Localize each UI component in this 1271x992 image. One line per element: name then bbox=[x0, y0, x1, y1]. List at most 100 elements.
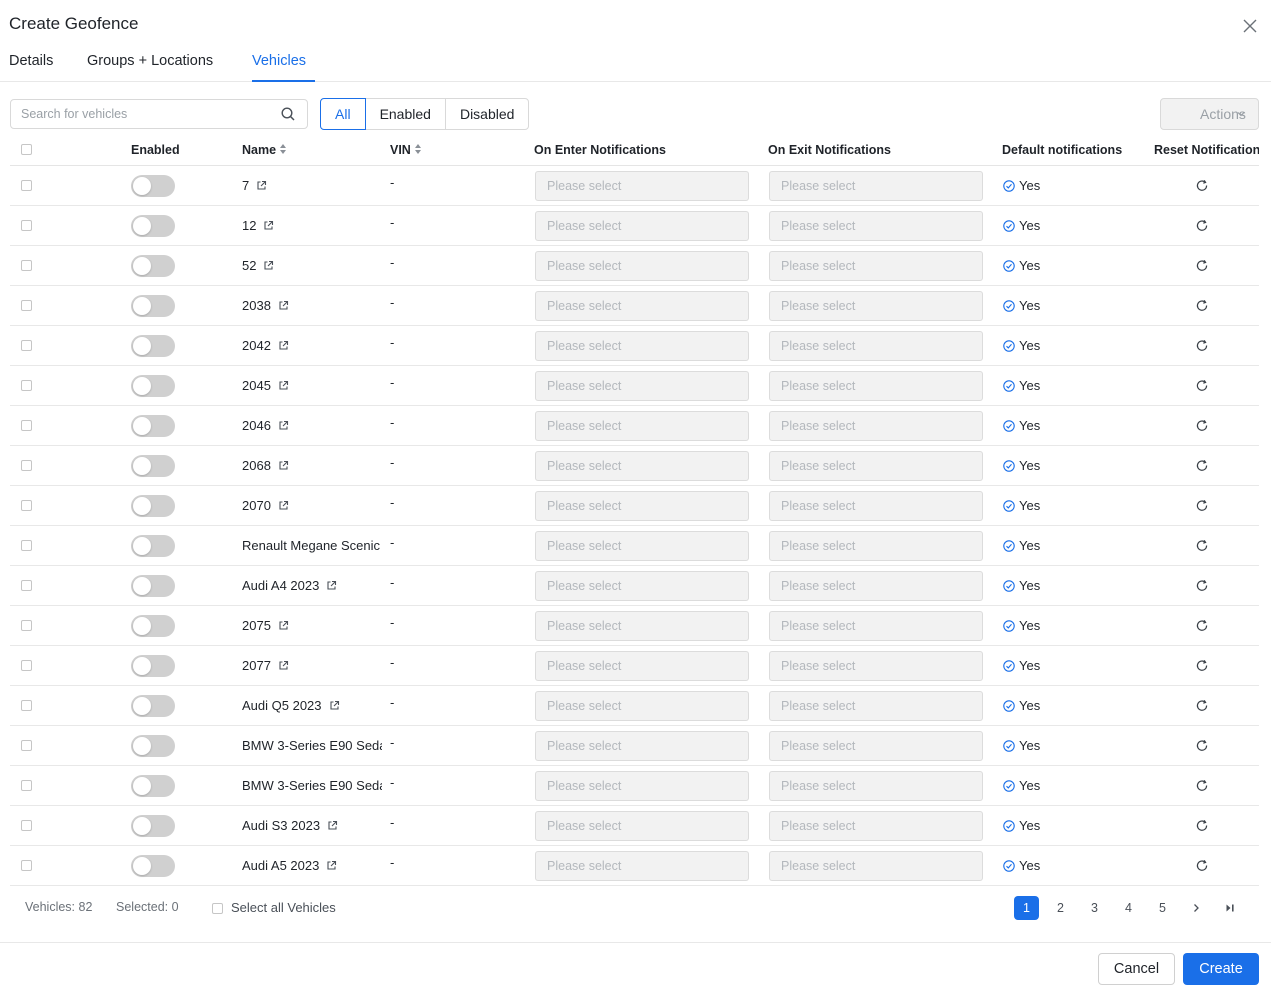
on-enter-notifications-select[interactable]: Please select bbox=[535, 331, 749, 361]
row-checkbox[interactable] bbox=[21, 540, 32, 551]
on-exit-notifications-select[interactable]: Please select bbox=[769, 211, 983, 241]
external-link-icon[interactable] bbox=[278, 460, 289, 471]
on-enter-notifications-select[interactable]: Please select bbox=[535, 771, 749, 801]
enabled-toggle[interactable] bbox=[131, 455, 175, 477]
on-exit-notifications-select[interactable]: Please select bbox=[769, 611, 983, 641]
row-checkbox[interactable] bbox=[21, 300, 32, 311]
search-input[interactable] bbox=[11, 100, 271, 128]
enabled-toggle[interactable] bbox=[131, 655, 175, 677]
external-link-icon[interactable] bbox=[326, 580, 337, 591]
on-exit-notifications-select[interactable]: Please select bbox=[769, 571, 983, 601]
column-header-vin[interactable]: VIN bbox=[390, 143, 422, 157]
external-link-icon[interactable] bbox=[278, 620, 289, 631]
external-link-icon[interactable] bbox=[278, 500, 289, 511]
external-link-icon[interactable] bbox=[263, 220, 274, 231]
on-exit-notifications-select[interactable]: Please select bbox=[769, 171, 983, 201]
on-exit-notifications-select[interactable]: Please select bbox=[769, 291, 983, 321]
on-exit-notifications-select[interactable]: Please select bbox=[769, 251, 983, 281]
page-5-button[interactable]: 5 bbox=[1150, 896, 1175, 920]
reset-icon[interactable] bbox=[1195, 779, 1209, 793]
enabled-toggle[interactable] bbox=[131, 375, 175, 397]
filter-enabled-button[interactable]: Enabled bbox=[364, 98, 446, 130]
tab-groups-locations[interactable]: Groups + Locations bbox=[87, 50, 213, 84]
enabled-toggle[interactable] bbox=[131, 415, 175, 437]
on-exit-notifications-select[interactable]: Please select bbox=[769, 651, 983, 681]
sort-icon[interactable] bbox=[279, 143, 287, 155]
on-enter-notifications-select[interactable]: Please select bbox=[535, 451, 749, 481]
page-4-button[interactable]: 4 bbox=[1116, 896, 1141, 920]
filter-disabled-button[interactable]: Disabled bbox=[444, 98, 530, 130]
on-exit-notifications-select[interactable]: Please select bbox=[769, 451, 983, 481]
enabled-toggle[interactable] bbox=[131, 255, 175, 277]
row-checkbox[interactable] bbox=[21, 860, 32, 871]
row-checkbox[interactable] bbox=[21, 340, 32, 351]
row-checkbox[interactable] bbox=[21, 580, 32, 591]
row-checkbox[interactable] bbox=[21, 740, 32, 751]
on-enter-notifications-select[interactable]: Please select bbox=[535, 811, 749, 841]
select-all-vehicles-label[interactable]: Select all Vehicles bbox=[231, 900, 336, 915]
on-exit-notifications-select[interactable]: Please select bbox=[769, 811, 983, 841]
enabled-toggle[interactable] bbox=[131, 495, 175, 517]
reset-icon[interactable] bbox=[1195, 819, 1209, 833]
filter-all-button[interactable]: All bbox=[320, 98, 366, 130]
external-link-icon[interactable] bbox=[263, 260, 274, 271]
on-enter-notifications-select[interactable]: Please select bbox=[535, 411, 749, 441]
reset-icon[interactable] bbox=[1195, 619, 1209, 633]
on-enter-notifications-select[interactable]: Please select bbox=[535, 371, 749, 401]
reset-icon[interactable] bbox=[1195, 299, 1209, 313]
external-link-icon[interactable] bbox=[326, 860, 337, 871]
row-checkbox[interactable] bbox=[21, 420, 32, 431]
cancel-button[interactable]: Cancel bbox=[1098, 953, 1175, 985]
reset-icon[interactable] bbox=[1195, 259, 1209, 273]
reset-icon[interactable] bbox=[1195, 699, 1209, 713]
on-enter-notifications-select[interactable]: Please select bbox=[535, 531, 749, 561]
on-enter-notifications-select[interactable]: Please select bbox=[535, 691, 749, 721]
reset-icon[interactable] bbox=[1195, 339, 1209, 353]
enabled-toggle[interactable] bbox=[131, 615, 175, 637]
on-enter-notifications-select[interactable]: Please select bbox=[535, 731, 749, 761]
reset-icon[interactable] bbox=[1195, 739, 1209, 753]
create-button[interactable]: Create bbox=[1183, 953, 1259, 985]
page-2-button[interactable]: 2 bbox=[1048, 896, 1073, 920]
on-enter-notifications-select[interactable]: Please select bbox=[535, 651, 749, 681]
enabled-toggle[interactable] bbox=[131, 335, 175, 357]
select-all-rows-checkbox[interactable] bbox=[21, 144, 32, 155]
tab-vehicles[interactable]: Vehicles bbox=[252, 50, 306, 84]
on-exit-notifications-select[interactable]: Please select bbox=[769, 771, 983, 801]
reset-icon[interactable] bbox=[1195, 379, 1209, 393]
on-enter-notifications-select[interactable]: Please select bbox=[535, 211, 749, 241]
enabled-toggle[interactable] bbox=[131, 775, 175, 797]
on-exit-notifications-select[interactable]: Please select bbox=[769, 371, 983, 401]
reset-icon[interactable] bbox=[1195, 219, 1209, 233]
enabled-toggle[interactable] bbox=[131, 535, 175, 557]
on-enter-notifications-select[interactable]: Please select bbox=[535, 611, 749, 641]
on-exit-notifications-select[interactable]: Please select bbox=[769, 851, 983, 881]
row-checkbox[interactable] bbox=[21, 380, 32, 391]
external-link-icon[interactable] bbox=[329, 700, 340, 711]
column-header-name[interactable]: Name bbox=[242, 143, 287, 157]
last-page-button[interactable] bbox=[1218, 896, 1243, 920]
on-enter-notifications-select[interactable]: Please select bbox=[535, 171, 749, 201]
row-checkbox[interactable] bbox=[21, 660, 32, 671]
reset-icon[interactable] bbox=[1195, 659, 1209, 673]
on-exit-notifications-select[interactable]: Please select bbox=[769, 731, 983, 761]
enabled-toggle[interactable] bbox=[131, 735, 175, 757]
enabled-toggle[interactable] bbox=[131, 695, 175, 717]
external-link-icon[interactable] bbox=[278, 420, 289, 431]
external-link-icon[interactable] bbox=[327, 820, 338, 831]
external-link-icon[interactable] bbox=[278, 380, 289, 391]
on-enter-notifications-select[interactable]: Please select bbox=[535, 251, 749, 281]
reset-icon[interactable] bbox=[1195, 579, 1209, 593]
on-exit-notifications-select[interactable]: Please select bbox=[769, 491, 983, 521]
reset-icon[interactable] bbox=[1195, 419, 1209, 433]
row-checkbox[interactable] bbox=[21, 780, 32, 791]
reset-icon[interactable] bbox=[1195, 499, 1209, 513]
external-link-icon[interactable] bbox=[278, 660, 289, 671]
on-exit-notifications-select[interactable]: Please select bbox=[769, 531, 983, 561]
tab-details[interactable]: Details bbox=[9, 50, 53, 84]
enabled-toggle[interactable] bbox=[131, 855, 175, 877]
enabled-toggle[interactable] bbox=[131, 575, 175, 597]
select-all-vehicles-checkbox[interactable] bbox=[212, 903, 223, 914]
row-checkbox[interactable] bbox=[21, 180, 32, 191]
on-enter-notifications-select[interactable]: Please select bbox=[535, 571, 749, 601]
